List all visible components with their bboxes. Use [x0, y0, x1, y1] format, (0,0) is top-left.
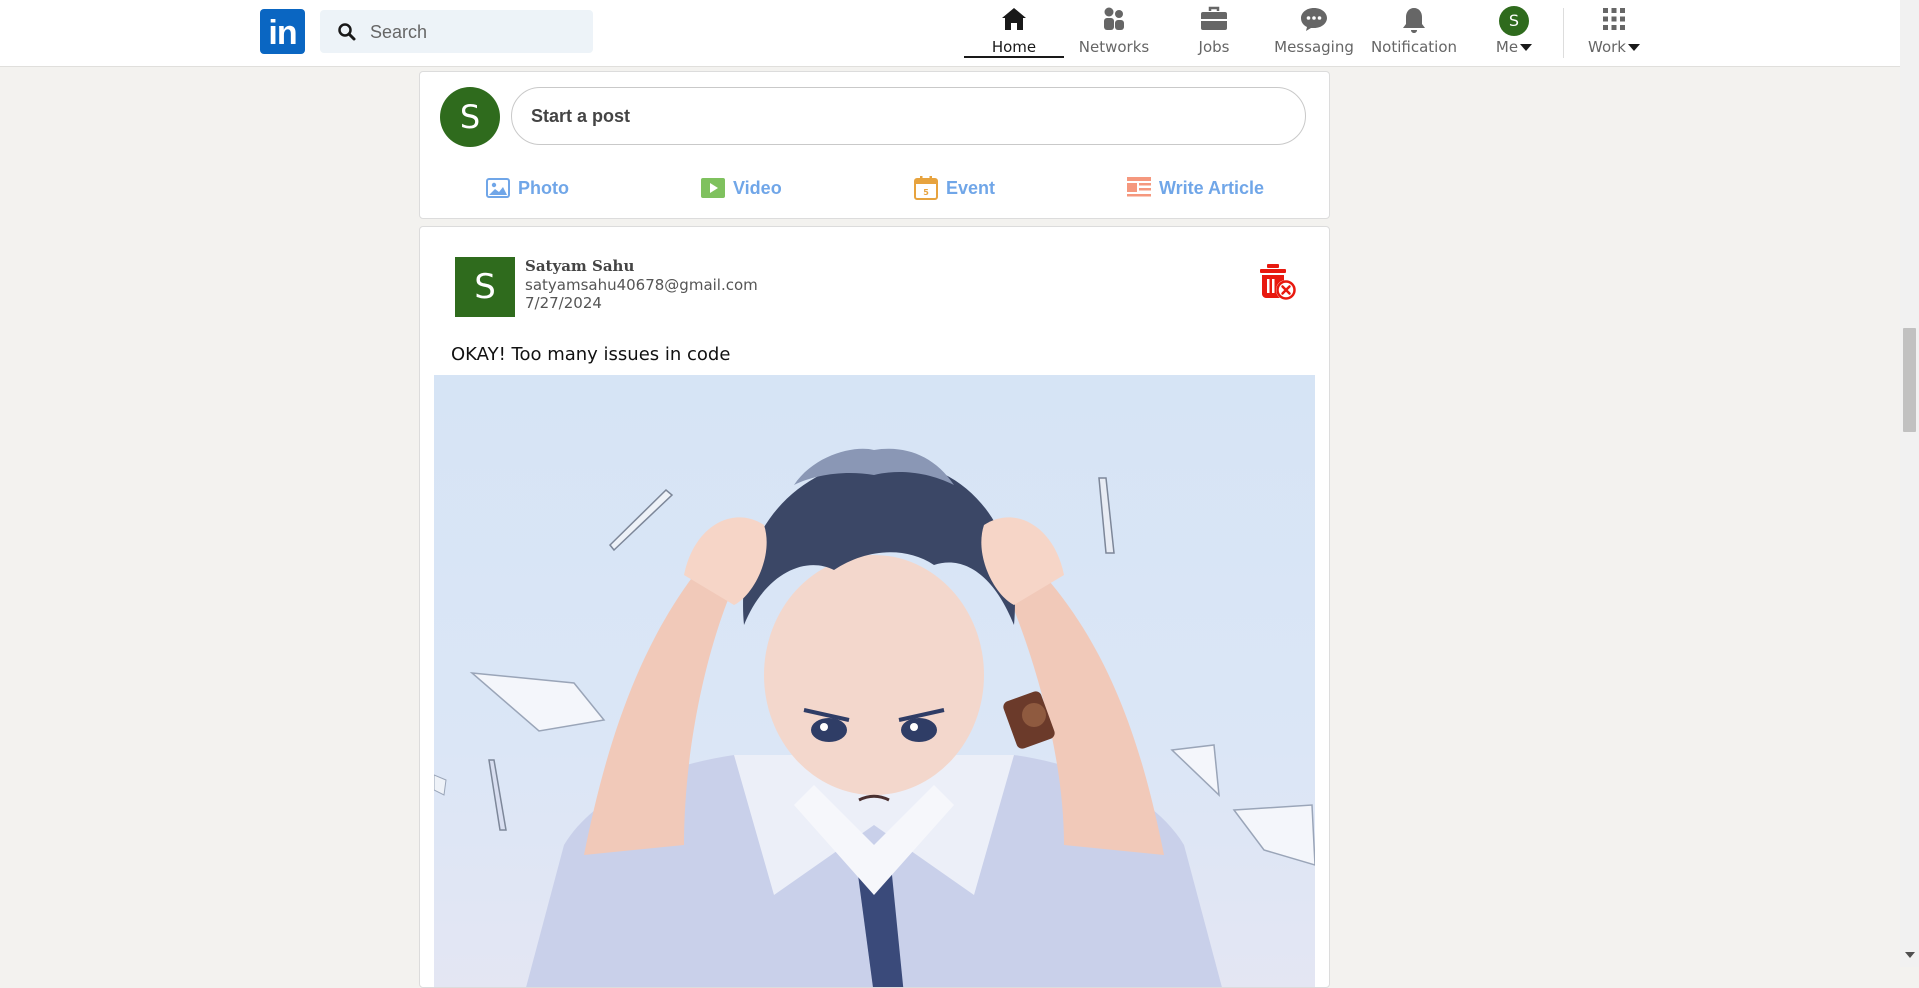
bell-icon [1403, 8, 1425, 33]
top-navbar: in Home Networks Jobs [0, 0, 1900, 67]
start-post-card: S Start a post Photo Video 5 Event Write… [419, 71, 1330, 219]
nav-work-label: Work [1576, 38, 1652, 56]
photo-icon [486, 178, 510, 198]
svg-text:5: 5 [923, 188, 929, 197]
nav-messaging[interactable]: Messaging [1270, 0, 1358, 60]
nav-networks[interactable]: Networks [1074, 0, 1154, 60]
post-author-name[interactable]: Satyam Sahu [525, 257, 634, 275]
event-label: Event [946, 177, 996, 198]
nav-notification-label: Notification [1370, 38, 1458, 56]
nav-divider [1563, 8, 1564, 58]
chevron-down-icon [1520, 44, 1533, 51]
nav-home[interactable]: Home [964, 0, 1064, 60]
photo-button[interactable]: Photo [486, 168, 569, 208]
linkedin-logo[interactable]: in [260, 9, 305, 54]
start-post-input[interactable]: Start a post [511, 87, 1306, 145]
write-article-button[interactable]: Write Article [1127, 168, 1264, 208]
chevron-down-icon [1627, 44, 1640, 51]
nav-messaging-label: Messaging [1274, 38, 1354, 56]
scrollbar-thumb[interactable] [1903, 328, 1916, 432]
search-input[interactable] [368, 10, 587, 55]
nav-jobs[interactable]: Jobs [1174, 0, 1254, 60]
nav-me[interactable]: S Me [1476, 0, 1552, 60]
photo-label: Photo [518, 177, 569, 198]
page-scrollbar[interactable] [1900, 0, 1919, 967]
post-actions: Photo Video 5 Event Write Article [420, 168, 1329, 208]
nav-jobs-label: Jobs [1198, 38, 1230, 56]
write-article-label: Write Article [1159, 177, 1265, 198]
anime-boy-stressed-image [434, 448, 1315, 987]
chat-bubble-icon [1301, 8, 1327, 31]
nav-work-text: Work [1588, 38, 1626, 56]
post-text: OKAY! Too many issues in code [451, 344, 731, 365]
avatar[interactable]: S [440, 87, 500, 147]
post-image[interactable] [434, 375, 1315, 987]
calendar-icon: 5 [914, 176, 938, 200]
search-icon [338, 23, 356, 41]
nav-networks-label: Networks [1078, 38, 1150, 56]
people-icon [1104, 7, 1124, 30]
video-label: Video [733, 177, 782, 198]
scroll-down-arrow-icon[interactable] [1905, 952, 1915, 958]
post-author-email: satyamsahu40678@gmail.com [525, 276, 758, 294]
user-avatar[interactable]: S [1499, 6, 1529, 36]
grid-icon [1603, 8, 1625, 30]
briefcase-icon [1201, 6, 1227, 30]
nav-me-text: Me [1495, 38, 1519, 56]
video-button[interactable]: Video [701, 168, 782, 208]
nav-notification[interactable]: Notification [1368, 0, 1460, 60]
home-icon [1002, 8, 1026, 30]
nav-home-label: Home [991, 38, 1037, 56]
article-icon [1127, 177, 1151, 197]
nav-work[interactable]: Work [1576, 0, 1652, 60]
nav-me-label: Me [1476, 38, 1552, 56]
search-box[interactable] [320, 10, 593, 55]
post-author-avatar[interactable]: S [455, 257, 515, 317]
event-button[interactable]: 5 Event [914, 168, 995, 208]
delete-post-icon[interactable] [1258, 262, 1298, 302]
video-icon [701, 178, 725, 198]
post-date: 7/27/2024 [525, 294, 602, 312]
post-card: S Satyam Sahu satyamsahu40678@gmail.com … [419, 226, 1330, 988]
